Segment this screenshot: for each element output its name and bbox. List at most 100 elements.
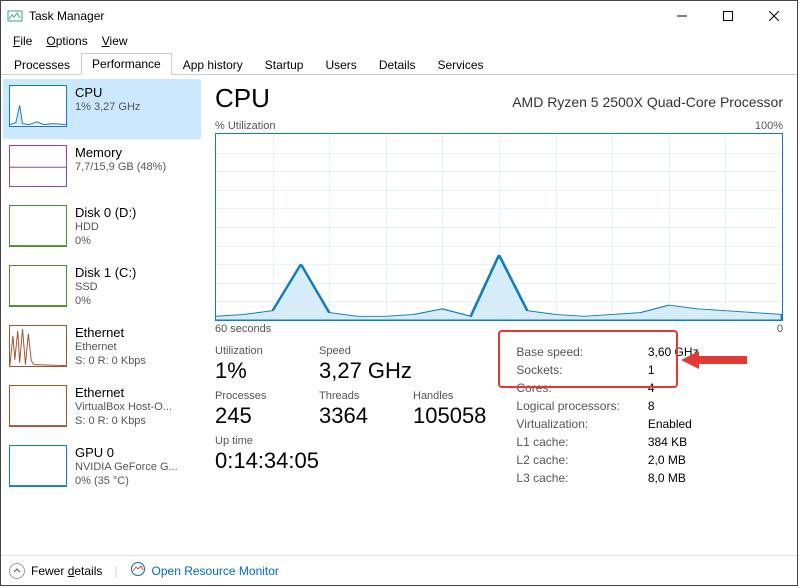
- stats-left: Utilization 1% Speed 3,27 GHz Processes …: [215, 345, 486, 485]
- sidebar-item-label: CPU: [75, 85, 140, 101]
- sidebar-item-sub: VirtualBox Host-O...: [75, 401, 172, 415]
- sidebar-item-sub: 7,7/15,9 GB (48%): [75, 161, 166, 175]
- sidebar-item-label: Disk 1 (C:): [75, 265, 136, 281]
- threads-value: 3364: [319, 403, 389, 429]
- eth1-thumb: [9, 385, 67, 427]
- memory-thumb: [9, 145, 67, 187]
- uptime-label: Up time: [215, 435, 319, 447]
- sockets-value: 1: [648, 363, 699, 377]
- chart-top-labels: % Utilization 100%: [215, 120, 783, 132]
- l1-cache-value: 384 KB: [648, 435, 699, 449]
- sidebar-item-ethernet0[interactable]: Ethernet Ethernet S: 0 R: 0 Kbps: [3, 319, 201, 379]
- processor-name: AMD Ryzen 5 2500X Quad-Core Processor: [512, 94, 783, 110]
- fewer-details-button[interactable]: Fewer details: [9, 563, 102, 579]
- sidebar-item-sub2: S: 0 R: 0 Kbps: [75, 415, 172, 429]
- sidebar-item-gpu0[interactable]: GPU 0 NVIDIA GeForce G... 0% (35 °C): [3, 439, 201, 499]
- processes-value: 245: [215, 403, 295, 429]
- chart-bottom-right-label: 0: [777, 323, 783, 335]
- window-title: Task Manager: [29, 9, 104, 23]
- open-resource-monitor-label: Open Resource Monitor: [152, 564, 279, 578]
- sidebar-item-cpu[interactable]: CPU 1% 3,27 GHz: [3, 79, 201, 139]
- cpu-utilization-chart[interactable]: [215, 133, 783, 321]
- logical-processors-label: Logical processors:: [516, 399, 619, 413]
- cores-label: Cores:: [516, 381, 619, 395]
- speed-value: 3,27 GHz: [319, 358, 412, 384]
- task-manager-window: Task Manager File Options View Processes…: [0, 0, 798, 586]
- close-button[interactable]: [751, 1, 797, 31]
- processes-label: Processes: [215, 390, 295, 402]
- uptime-value: 0:14:34:05: [215, 448, 319, 474]
- sidebar-item-sub: Ethernet: [75, 341, 146, 355]
- sidebar-item-disk0[interactable]: Disk 0 (D:) HDD 0%: [3, 199, 201, 259]
- cpu-thumb: [9, 85, 67, 127]
- utilization-label: Utilization: [215, 345, 295, 357]
- sidebar-item-sub: SSD: [75, 281, 136, 295]
- disk0-thumb: [9, 205, 67, 247]
- sidebar-item-label: Ethernet: [75, 325, 146, 341]
- sidebar-item-disk1[interactable]: Disk 1 (C:) SSD 0%: [3, 259, 201, 319]
- maximize-button[interactable]: [705, 1, 751, 31]
- sidebar-item-sub: HDD: [75, 221, 136, 235]
- chart-top-left-label: % Utilization: [215, 120, 276, 132]
- chart-bottom-labels: 60 seconds 0: [215, 323, 783, 335]
- sockets-label: Sockets:: [516, 363, 619, 377]
- app-icon: [7, 8, 23, 24]
- tab-strip: Processes Performance App history Startu…: [1, 51, 797, 75]
- cores-value: 4: [648, 381, 699, 395]
- menu-options[interactable]: Options: [40, 32, 93, 50]
- handles-label: Handles: [413, 390, 486, 402]
- sidebar-item-sub2: S: 0 R: 0 Kbps: [75, 355, 146, 369]
- tab-details[interactable]: Details: [368, 54, 427, 75]
- main-header: CPU AMD Ryzen 5 2500X Quad-Core Processo…: [215, 83, 783, 114]
- l2-cache-value: 2,0 MB: [648, 453, 699, 467]
- sidebar-item-label: Disk 0 (D:): [75, 205, 136, 221]
- sidebar-item-ethernet1[interactable]: Ethernet VirtualBox Host-O... S: 0 R: 0 …: [3, 379, 201, 439]
- l2-cache-label: L2 cache:: [516, 453, 619, 467]
- chart-bottom-left-label: 60 seconds: [215, 323, 271, 335]
- sidebar-item-label: Memory: [75, 145, 166, 161]
- body: CPU 1% 3,27 GHz Memory 7,7/15,9 GB (48%): [1, 75, 797, 555]
- window-controls: [659, 1, 797, 31]
- logical-processors-value: 8: [648, 399, 699, 413]
- utilization-value: 1%: [215, 358, 295, 384]
- menu-view[interactable]: View: [96, 32, 134, 50]
- tab-services[interactable]: Services: [427, 54, 495, 75]
- separator: |: [114, 564, 117, 578]
- tab-startup[interactable]: Startup: [254, 54, 315, 75]
- base-speed-label: Base speed:: [516, 345, 619, 359]
- minimize-button[interactable]: [659, 1, 705, 31]
- bottombar: Fewer details | Open Resource Monitor: [1, 555, 797, 585]
- l3-cache-value: 8,0 MB: [648, 471, 699, 485]
- tab-app-history[interactable]: App history: [172, 54, 254, 75]
- menu-file[interactable]: File: [7, 32, 38, 50]
- chevron-up-icon: [9, 563, 25, 579]
- l3-cache-label: L3 cache:: [516, 471, 619, 485]
- sidebar-item-sub: 1% 3,27 GHz: [75, 101, 140, 115]
- resource-monitor-icon: [130, 561, 146, 580]
- chart-top-right-label: 100%: [755, 120, 783, 132]
- tab-processes[interactable]: Processes: [3, 54, 81, 75]
- sidebar-item-sub: NVIDIA GeForce G...: [75, 461, 178, 475]
- sidebar: CPU 1% 3,27 GHz Memory 7,7/15,9 GB (48%): [1, 75, 201, 555]
- gpu0-thumb: [9, 445, 67, 487]
- base-speed-value: 3,60 GHz: [648, 345, 699, 359]
- stats: Utilization 1% Speed 3,27 GHz Processes …: [215, 345, 783, 485]
- sidebar-item-sub2: 0% (35 °C): [75, 475, 178, 489]
- main-panel: CPU AMD Ryzen 5 2500X Quad-Core Processo…: [201, 75, 797, 555]
- l1-cache-label: L1 cache:: [516, 435, 619, 449]
- menubar: File Options View: [1, 31, 797, 51]
- tab-users[interactable]: Users: [314, 54, 367, 75]
- stats-right: Base speed: 3,60 GHz Sockets: 1 Cores: 4…: [516, 345, 698, 485]
- virtualization-label: Virtualization:: [516, 417, 619, 431]
- handles-value: 105058: [413, 403, 486, 429]
- titlebar: Task Manager: [1, 1, 797, 31]
- page-title: CPU: [215, 83, 270, 114]
- sidebar-item-sub2: 0%: [75, 295, 136, 309]
- sidebar-item-sub2: 0%: [75, 235, 136, 249]
- sidebar-item-memory[interactable]: Memory 7,7/15,9 GB (48%): [3, 139, 201, 199]
- open-resource-monitor-link[interactable]: Open Resource Monitor: [130, 561, 279, 580]
- tab-performance[interactable]: Performance: [81, 53, 172, 75]
- threads-label: Threads: [319, 390, 389, 402]
- sidebar-item-label: GPU 0: [75, 445, 178, 461]
- sidebar-item-label: Ethernet: [75, 385, 172, 401]
